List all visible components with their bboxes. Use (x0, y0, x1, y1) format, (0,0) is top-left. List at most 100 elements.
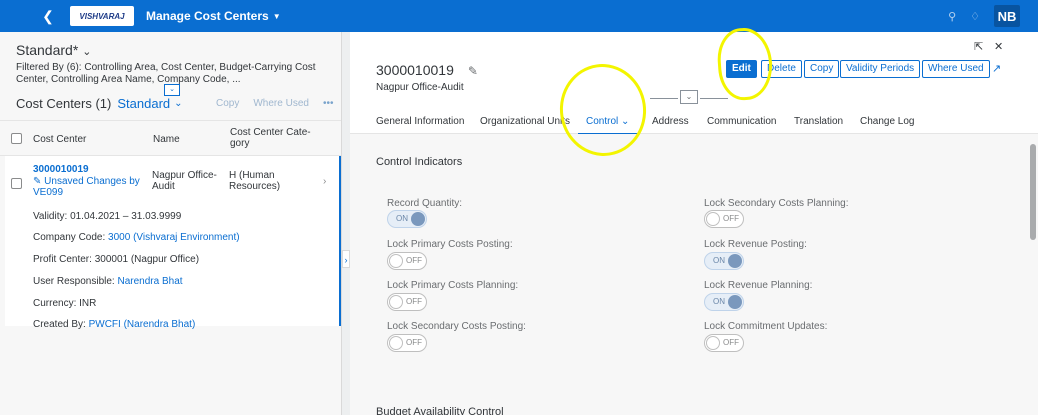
detail-validity: Validity: 01.04.2021 – 31.03.9999 (33, 211, 181, 222)
draft-user-icon: ✎ (33, 176, 42, 187)
delete-button[interactable]: Delete (761, 60, 802, 78)
list-title: Cost Centers (1) (16, 96, 112, 111)
switch-knob (728, 254, 742, 268)
tab-control[interactable]: Control ⌄ (586, 116, 629, 127)
user-avatar[interactable]: NB (994, 5, 1020, 27)
detail-profit-center: Profit Center: 300001 (Nagpur Office) (33, 254, 199, 265)
chevron-down-icon: ⌄ (621, 116, 630, 127)
cost-center-list-panel: Standard* ⌄ Filtered By (6): Controlling … (0, 32, 342, 415)
row-cost-center-id: 3000010019 (33, 164, 89, 175)
switch-knob (389, 295, 403, 309)
more-options-icon[interactable]: ••• (323, 98, 334, 109)
where-used-button[interactable]: Where Used (253, 98, 309, 109)
switch-state: OFF (723, 338, 739, 347)
column-header-category[interactable]: Cost Center Cate- gory (230, 127, 311, 149)
column-header-category-line1: Cost Center Cate- (230, 127, 311, 138)
detail-label: Company Code: (33, 232, 106, 243)
user-responsible-link[interactable]: Narendra Bhat (118, 276, 183, 287)
lock-revenue-planning-switch[interactable]: ON (704, 293, 744, 311)
tab-bar: General Information Organizational Units… (350, 110, 1038, 135)
collapse-header-button[interactable]: ⌄ (164, 84, 180, 96)
next-section-title: Budget Availability Control (376, 406, 504, 415)
record-quantity-switch[interactable]: ON (387, 210, 427, 228)
tab-communication[interactable]: Communication (707, 116, 776, 127)
collapse-header-button[interactable]: ⌄ (680, 90, 698, 104)
panel-splitter-handle[interactable]: › (342, 250, 350, 268)
field-label: Lock Primary Costs Planning: (387, 280, 519, 291)
column-header-category-line2: gory (230, 138, 250, 149)
detail-created-by: Created By: PWCFI (Narendra Bhat) (33, 319, 195, 330)
tab-general-information[interactable]: General Information (376, 116, 464, 127)
lock-primary-costs-posting-switch[interactable]: OFF (387, 252, 427, 270)
detail-label: Currency: (33, 298, 77, 309)
close-icon[interactable]: ✕ (994, 40, 1003, 53)
switch-knob (389, 336, 403, 350)
row-name: Nagpur Office- Audit (152, 170, 217, 192)
lock-revenue-posting-switch[interactable]: ON (704, 252, 744, 270)
notification-bell-icon[interactable]: ♢ (970, 10, 980, 23)
tab-address[interactable]: Address (652, 116, 689, 127)
tab-translation[interactable]: Translation (794, 116, 843, 127)
object-subtitle: Nagpur Office-Audit (376, 82, 464, 93)
detail-value: 01.04.2021 – 31.03.9999 (70, 211, 182, 222)
chevron-down-icon[interactable]: ▼ (273, 12, 281, 21)
share-icon[interactable]: ↗ (992, 62, 1001, 75)
variant-selector[interactable]: Standard* ⌄ (16, 42, 92, 58)
validity-periods-button[interactable]: Validity Periods (840, 60, 921, 78)
control-section: Control Indicators Record Quantity: ON L… (350, 134, 1038, 415)
chevron-down-icon[interactable]: ⌄ (174, 98, 182, 109)
copy-button[interactable]: Copy (804, 60, 840, 78)
draft-user-icon[interactable]: ✎ (468, 64, 478, 78)
lock-secondary-costs-planning-switch[interactable]: OFF (704, 210, 744, 228)
fullscreen-icon[interactable]: ⇱ (974, 40, 983, 53)
tab-control-label: Control (586, 116, 619, 127)
row-navigation-icon[interactable]: › (323, 176, 326, 187)
where-used-button[interactable]: Where Used (922, 60, 990, 78)
field-label: Lock Revenue Planning: (704, 280, 813, 291)
select-all-checkbox[interactable] (11, 133, 22, 144)
table-variant-selector[interactable]: Standard (117, 96, 170, 111)
lock-primary-costs-planning-switch[interactable]: OFF (387, 293, 427, 311)
table-row[interactable]: 3000010019 ✎ Unsaved Changes by VE099 Na… (5, 156, 341, 330)
lock-commitment-updates-switch[interactable]: OFF (704, 334, 744, 352)
detail-value: INR (79, 298, 97, 309)
list-actions: Copy Where Used ••• (216, 98, 333, 109)
column-header-cost-center[interactable]: Cost Center (33, 134, 86, 145)
back-icon[interactable]: ❮ (28, 8, 68, 25)
detail-label: Profit Center: (33, 254, 92, 265)
lock-secondary-costs-posting-switch[interactable]: OFF (387, 334, 427, 352)
row-checkbox[interactable] (11, 178, 22, 189)
unsaved-changes-link[interactable]: ✎ Unsaved Changes by VE099 (33, 176, 140, 198)
switch-state: ON (713, 297, 725, 306)
field-label: Lock Secondary Costs Planning: (704, 198, 849, 209)
detail-user-responsible: User Responsible: Narendra Bhat (33, 276, 183, 287)
logo-text: VISHVARAJ (79, 11, 125, 21)
copy-button[interactable]: Copy (216, 98, 239, 109)
tab-organizational-units[interactable]: Organizational Units (480, 116, 570, 127)
company-code-link[interactable]: 3000 (Vishvaraj Environment) (108, 232, 240, 243)
app-title[interactable]: Manage Cost Centers (146, 9, 269, 23)
object-title: 3000010019 ✎ (376, 62, 478, 78)
field-label: Record Quantity: (387, 198, 463, 209)
column-header-name[interactable]: Name (153, 134, 180, 145)
object-id: 3000010019 (376, 62, 454, 78)
unsaved-changes-user: VE099 (33, 187, 64, 198)
shell-bar: ❮ VISHVARAJ Manage Cost Centers ▼ ⚲ ♢ NB (0, 0, 1038, 32)
row-category: H (Human Resources) (229, 170, 280, 192)
row-category-line2: Resources) (229, 181, 281, 192)
scrollbar-thumb[interactable] (1030, 144, 1036, 240)
created-by-link[interactable]: PWCFI (Narendra Bhat) (89, 319, 196, 330)
edit-button[interactable]: Edit (726, 60, 757, 78)
company-logo[interactable]: VISHVARAJ (70, 6, 134, 26)
row-name-line2: Audit (152, 181, 175, 192)
detail-label: Created By: (33, 319, 86, 330)
switch-state: OFF (406, 256, 422, 265)
search-icon[interactable]: ⚲ (948, 10, 956, 23)
switch-state: OFF (723, 214, 739, 223)
detail-label: User Responsible: (33, 276, 115, 287)
tab-change-log[interactable]: Change Log (860, 116, 915, 127)
switch-state: OFF (406, 297, 422, 306)
table-header: Cost Center Name Cost Center Cate- gory (0, 120, 341, 156)
variant-name: Standard* (16, 42, 79, 58)
switch-knob (389, 254, 403, 268)
